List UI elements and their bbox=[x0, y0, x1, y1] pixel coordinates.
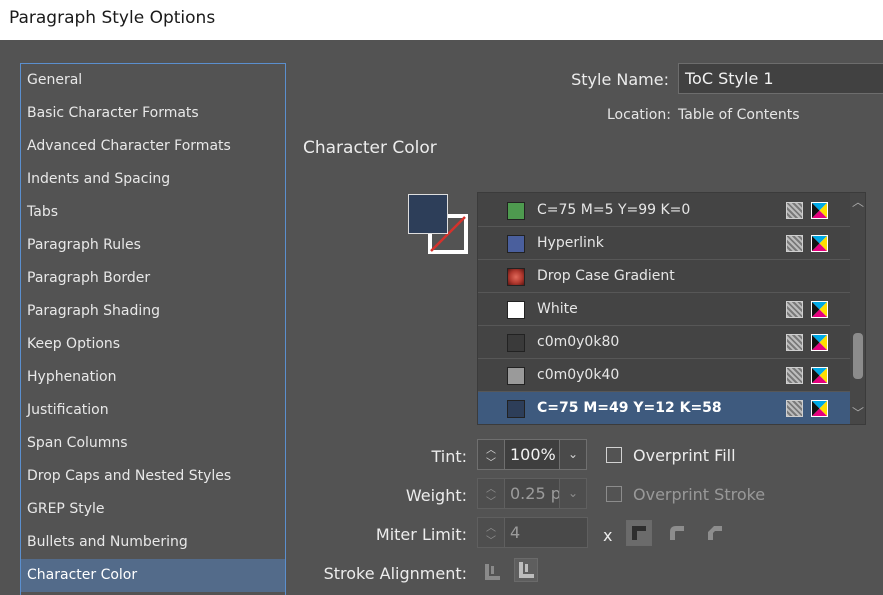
miter-input[interactable]: 4 bbox=[504, 517, 588, 548]
location-label: Location: bbox=[607, 107, 671, 123]
sidebar-item-indents-and-spacing[interactable]: Indents and Spacing bbox=[21, 163, 285, 196]
window-title: Paragraph Style Options bbox=[9, 8, 216, 28]
weight-stepper[interactable]: ︿ ﹀ bbox=[477, 478, 505, 509]
round-join-icon[interactable] bbox=[664, 520, 690, 546]
chevron-down-icon[interactable]: ﹀ bbox=[486, 493, 496, 508]
sidebar-item-general[interactable]: General bbox=[21, 64, 285, 97]
sidebar-item-justification[interactable]: Justification bbox=[21, 394, 285, 427]
swatch-row[interactable]: C=75 M=49 Y=12 K=58 bbox=[478, 392, 850, 424]
sidebar-item-keep-options[interactable]: Keep Options bbox=[21, 328, 285, 361]
overprint-stroke-label: Overprint Stroke bbox=[633, 485, 766, 504]
swatch-row[interactable]: Hyperlink bbox=[478, 227, 850, 260]
weight-label: Weight: bbox=[405, 486, 467, 505]
category-list[interactable]: General Basic Character Formats Advanced C… bbox=[20, 63, 286, 595]
sidebar-item-basic-character-formats[interactable]: Basic Character Formats bbox=[21, 97, 285, 130]
style-name-input[interactable]: ToC Style 1 bbox=[678, 63, 883, 94]
overprint-fill-checkbox[interactable] bbox=[606, 447, 622, 463]
swatch-chip bbox=[507, 268, 525, 286]
swatch-name: c0m0y0k40 bbox=[537, 367, 620, 383]
cmyk-icon bbox=[811, 202, 828, 219]
swatch-name: Hyperlink bbox=[537, 235, 604, 251]
miter-stepper[interactable]: ︿ ﹀ bbox=[477, 517, 505, 548]
sidebar-item-hyphenation[interactable]: Hyphenation bbox=[21, 361, 285, 394]
swatch-row[interactable]: c0m0y0k80 bbox=[478, 326, 850, 359]
process-color-icon bbox=[786, 235, 803, 252]
process-color-icon bbox=[786, 301, 803, 318]
cmyk-icon bbox=[811, 334, 828, 351]
tint-label: Tint: bbox=[431, 447, 467, 466]
cmyk-icon bbox=[811, 400, 828, 417]
location-value: Table of Contents bbox=[678, 107, 800, 123]
swatch-name: c0m0y0k80 bbox=[537, 334, 620, 350]
fill-swatch[interactable] bbox=[408, 194, 448, 234]
swatch-row[interactable]: c0m0y0k40 bbox=[478, 359, 850, 392]
sidebar-item-tabs[interactable]: Tabs bbox=[21, 196, 285, 229]
swatch-name: C=75 M=5 Y=99 K=0 bbox=[537, 202, 691, 218]
tint-input[interactable]: 100% bbox=[504, 439, 560, 470]
swatch-list-scrollbar[interactable]: ︿ ﹀ bbox=[850, 193, 865, 424]
swatch-chip bbox=[507, 400, 525, 418]
sidebar-item-bullets-and-numbering[interactable]: Bullets and Numbering bbox=[21, 526, 285, 559]
process-color-icon bbox=[786, 334, 803, 351]
miter-x-label: x bbox=[603, 526, 613, 545]
scroll-thumb[interactable] bbox=[853, 333, 863, 379]
align-inside-icon[interactable] bbox=[514, 558, 538, 582]
align-center-icon[interactable] bbox=[480, 560, 504, 584]
scroll-up-icon[interactable]: ︿ bbox=[850, 194, 865, 210]
overprint-stroke-checkbox[interactable] bbox=[606, 486, 622, 502]
miter-join-icon[interactable] bbox=[626, 520, 652, 546]
bevel-join-icon[interactable] bbox=[702, 520, 728, 546]
overprint-fill-label: Overprint Fill bbox=[633, 446, 736, 465]
cmyk-icon bbox=[811, 301, 828, 318]
tint-stepper[interactable]: ︿ ﹀ bbox=[477, 439, 505, 470]
chevron-down-icon[interactable]: ﹀ bbox=[486, 454, 496, 469]
swatch-row[interactable]: Drop Case Gradient bbox=[478, 260, 850, 293]
title-bar: Paragraph Style Options bbox=[0, 0, 883, 40]
scroll-down-icon[interactable]: ﹀ bbox=[850, 405, 865, 421]
weight-dropdown-chevron-icon[interactable]: ⌄ bbox=[559, 478, 587, 509]
sidebar-item-paragraph-border[interactable]: Paragraph Border bbox=[21, 262, 285, 295]
swatch-row[interactable]: C=75 M=5 Y=99 K=0 bbox=[478, 194, 850, 227]
swatch-name: C=75 M=49 Y=12 K=58 bbox=[537, 400, 722, 416]
swatch-name: Drop Case Gradient bbox=[537, 268, 675, 284]
sidebar-item-advanced-character-formats[interactable]: Advanced Character Formats bbox=[21, 130, 285, 163]
sidebar-item-paragraph-rules[interactable]: Paragraph Rules bbox=[21, 229, 285, 262]
swatch-row[interactable]: White bbox=[478, 293, 850, 326]
section-title: Character Color bbox=[303, 138, 437, 158]
sidebar-item-paragraph-shading[interactable]: Paragraph Shading bbox=[21, 295, 285, 328]
miter-limit-label: Miter Limit: bbox=[375, 525, 467, 544]
sidebar-item-drop-caps-and-nested-styles[interactable]: Drop Caps and Nested Styles bbox=[21, 460, 285, 493]
cmyk-icon bbox=[811, 235, 828, 252]
swatch-name: White bbox=[537, 301, 578, 317]
swatch-chip bbox=[507, 235, 525, 253]
sidebar-item-span-columns[interactable]: Span Columns bbox=[21, 427, 285, 460]
process-color-icon bbox=[786, 400, 803, 417]
tint-dropdown-chevron-icon[interactable]: ⌄ bbox=[559, 439, 587, 470]
swatch-chip bbox=[507, 301, 525, 319]
process-color-icon bbox=[786, 367, 803, 384]
cmyk-icon bbox=[811, 367, 828, 384]
swatch-chip bbox=[507, 334, 525, 352]
process-color-icon bbox=[786, 202, 803, 219]
chevron-down-icon[interactable]: ﹀ bbox=[486, 532, 496, 547]
weight-input[interactable]: 0.25 p bbox=[504, 478, 560, 509]
swatch-chip bbox=[507, 367, 525, 385]
stroke-alignment-label: Stroke Alignment: bbox=[323, 564, 467, 583]
style-name-label: Style Name: bbox=[571, 70, 669, 89]
swatch-chip bbox=[507, 202, 525, 220]
swatch-list[interactable]: C=75 M=49 Y=12 K=58 c0m0y0k40 c0m0y0k80 Whi… bbox=[477, 192, 866, 425]
sidebar-item-character-color[interactable]: Character Color bbox=[21, 559, 285, 592]
sidebar-item-grep-style[interactable]: GREP Style bbox=[21, 493, 285, 526]
